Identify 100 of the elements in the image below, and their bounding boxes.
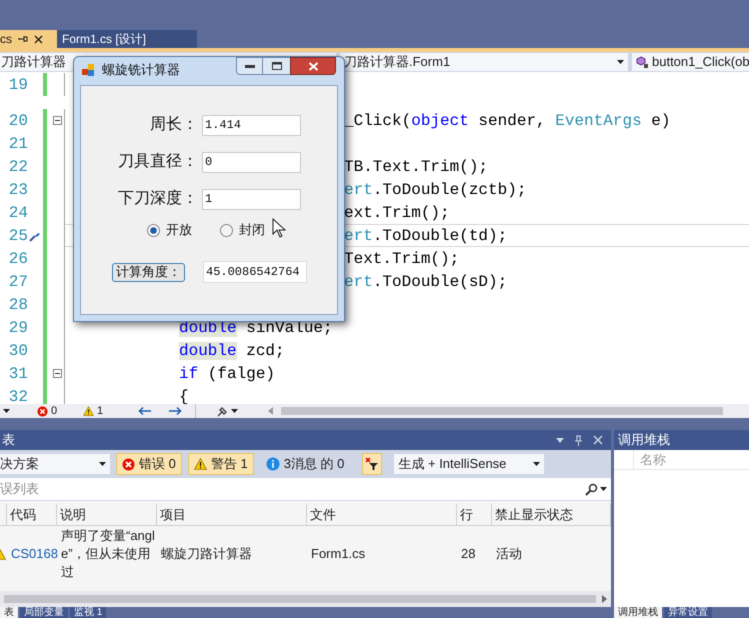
table-cell: Form1.cs (311, 546, 366, 562)
scrollbar-thumb[interactable] (4, 595, 596, 603)
table-cell: 28 (461, 546, 476, 562)
warning-icon (194, 458, 207, 470)
mouse-cursor-icon (272, 218, 286, 238)
search-icon (585, 482, 598, 496)
class-name: 刀路计算器.Form1 (343, 53, 450, 72)
caret-icon (99, 462, 106, 466)
close-icon (308, 62, 318, 70)
line-number: 31 (8, 366, 28, 382)
close-icon[interactable] (34, 34, 43, 44)
radio-label: 封闭 (239, 221, 265, 240)
member-name: button1_Click(ob (652, 53, 749, 71)
table-cell: 活动 (496, 546, 522, 562)
dropdown-icon[interactable] (556, 438, 564, 442)
clear-filter-icon (365, 457, 380, 471)
column-header[interactable]: 说明 (57, 504, 157, 525)
error-code-link[interactable]: CS0168 (11, 546, 58, 562)
panel-title: 调用堆栈 (618, 431, 670, 450)
minimize-icon (244, 64, 254, 68)
calculate-button[interactable]: 计算角度： (112, 262, 185, 282)
input-field[interactable]: 1.414 (202, 114, 301, 136)
column-header[interactable]: 禁止显示状态 (492, 504, 611, 525)
code-line: if (falge) (179, 366, 276, 382)
input-field[interactable]: 1 (202, 188, 301, 210)
column-header[interactable]: 行 (457, 504, 492, 525)
collapse-icon[interactable] (53, 369, 62, 378)
line-number: 27 (8, 274, 28, 290)
scrollbar-thumb[interactable] (281, 407, 723, 415)
collapse-icon[interactable] (53, 116, 62, 125)
code-line: TB.Text.Trim(); (344, 158, 488, 174)
panel-title: 表 (2, 431, 15, 450)
back-arrow-icon[interactable] (138, 406, 152, 416)
scope-label: 决方案 (0, 455, 39, 474)
panel-tab[interactable]: 表 (0, 607, 18, 618)
pin-icon (18, 34, 28, 44)
result-field: 45.0086542764 (203, 261, 307, 283)
scope-dropdown[interactable]: 决方案 (0, 454, 110, 474)
code-line: ert.ToDouble(td); (344, 228, 508, 244)
panel-tab[interactable]: 监视 1 (70, 607, 106, 618)
code-line: { (179, 388, 189, 404)
scroll-right-icon[interactable] (602, 595, 607, 603)
line-number: 19 (8, 76, 28, 92)
line-number: 25 (8, 228, 28, 244)
pin-icon[interactable] (574, 434, 583, 446)
line-number: 29 (8, 320, 28, 336)
radio-button[interactable] (147, 224, 160, 236)
caret-icon (231, 409, 238, 413)
maximize-button[interactable] (263, 57, 290, 75)
line-number: 20 (8, 112, 28, 128)
line-number: 32 (8, 388, 28, 404)
info-icon (266, 457, 280, 471)
code-line: ext.Trim(); (344, 204, 450, 220)
method-icon (636, 56, 649, 68)
caret-icon (600, 487, 607, 491)
dialog-title: 螺旋铣计算器 (102, 61, 180, 80)
caret-icon (2, 409, 10, 413)
column-header[interactable]: 项目 (157, 504, 307, 525)
panel-tab[interactable]: 异常设置 (664, 607, 712, 618)
close-button[interactable] (290, 57, 336, 75)
code-line: ert.ToDouble(sD); (344, 274, 508, 290)
class-dropdown[interactable]: 刀路计算器.Form1 (340, 53, 628, 71)
maximize-icon (272, 62, 282, 70)
tab-label: cs (0, 31, 12, 48)
line-number: 23 (8, 182, 28, 198)
table-cell: 螺旋刀路计算器 (161, 546, 252, 562)
error-description: 声明了变量“angle”，但从未使用过 (61, 527, 156, 581)
warning-icon (83, 406, 94, 416)
filter-button[interactable]: 警告 1 (188, 453, 254, 475)
caret-icon (533, 462, 540, 466)
line-number: 21 (8, 136, 28, 152)
document-tab[interactable]: Form1.cs [设计] (57, 30, 197, 48)
field-label: 下刀深度： (118, 190, 198, 207)
error-icon (122, 458, 135, 470)
radio-button[interactable] (220, 224, 233, 236)
forward-arrow-icon[interactable] (168, 406, 182, 416)
panel-tab[interactable]: 调用堆栈 (614, 607, 662, 618)
minimize-button[interactable] (236, 57, 263, 75)
app-icon (81, 63, 95, 77)
filter-toggle-button[interactable] (362, 453, 382, 475)
code-line: _Click(object sender, EventArgs e) (344, 112, 670, 128)
line-number: 30 (8, 342, 28, 358)
document-tab[interactable]: cs (0, 30, 57, 48)
input-field[interactable]: 0 (202, 152, 301, 172)
error-icon (37, 406, 48, 416)
brush-icon[interactable] (216, 406, 228, 416)
source-dropdown[interactable]: 生成 + IntelliSense (394, 454, 544, 474)
member-dropdown[interactable]: button1_Click(ob (632, 53, 749, 71)
caret-icon (617, 60, 624, 64)
filter-button[interactable]: 3消息 的 0 (260, 453, 350, 475)
error-count: 0 (51, 404, 58, 419)
line-number: 22 (8, 158, 28, 174)
filter-button[interactable]: 错误 0 (116, 453, 182, 475)
code-line: ert.ToDouble(zctb); (344, 182, 526, 198)
line-number: 24 (8, 204, 28, 220)
code-line: Text.Trim(); (344, 250, 460, 266)
column-header[interactable]: 文件 (307, 504, 457, 525)
column-header[interactable]: 代码 (7, 504, 57, 525)
field-label: 刀具直径： (118, 153, 198, 170)
line-number: 28 (8, 296, 28, 312)
